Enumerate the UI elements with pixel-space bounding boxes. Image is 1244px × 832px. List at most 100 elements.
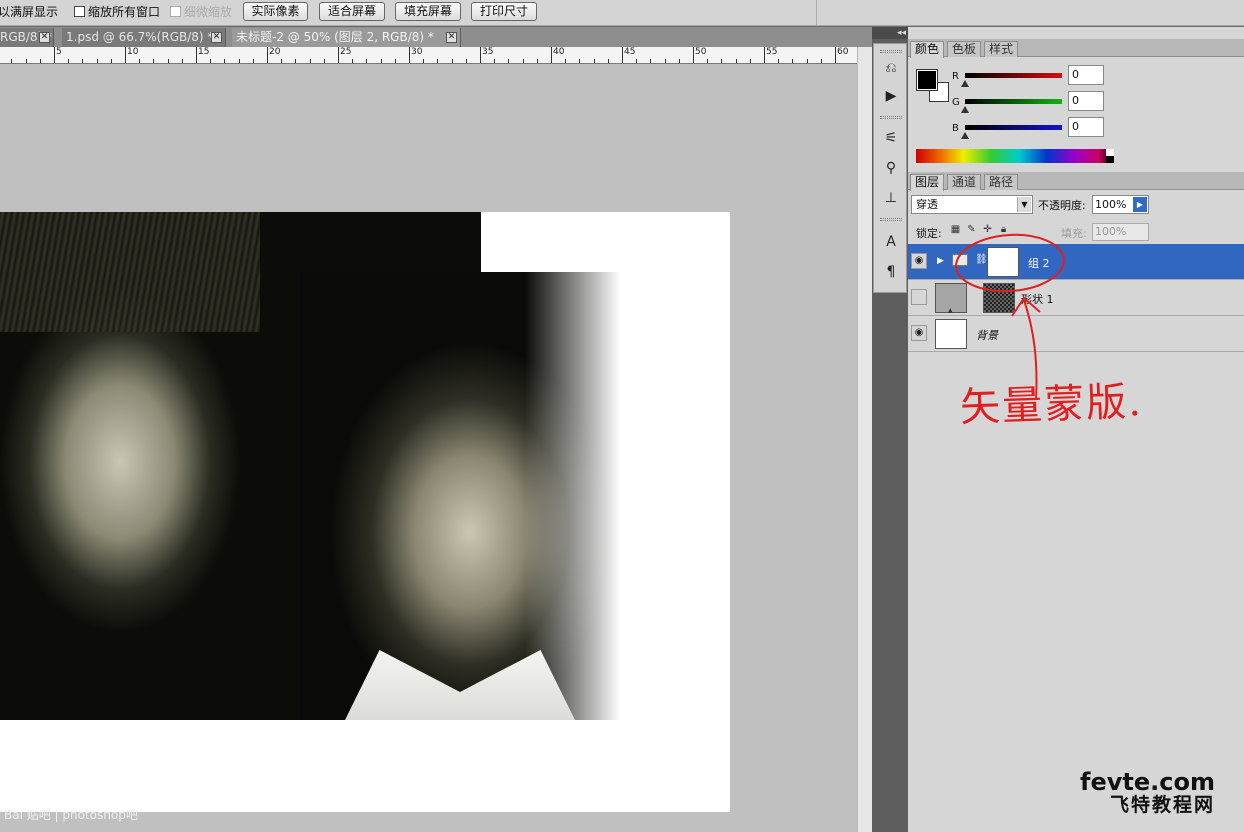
green-slider-track[interactable] [965, 99, 1062, 104]
print-size-button[interactable]: 打印尺寸 [471, 2, 537, 21]
ruler-label: 50 [695, 47, 707, 57]
blend-mode-select[interactable]: 穿透 ▼ [911, 195, 1033, 214]
ruler-label: 25 [340, 47, 352, 57]
tab-color[interactable]: 颜色 [910, 41, 945, 58]
ruler-label: 5 [56, 47, 62, 57]
eye-icon[interactable]: ◉ [911, 253, 927, 269]
blue-value-field[interactable]: 0 [1068, 117, 1104, 137]
adjustments-icon[interactable]: ⚟ [882, 129, 900, 147]
ruler-tick [295, 59, 297, 63]
green-slider-thumb[interactable] [961, 106, 969, 113]
options-separator [816, 0, 817, 26]
tab-channels[interactable]: 通道 [947, 174, 982, 190]
ruler-tick [764, 47, 765, 63]
document-canvas[interactable] [0, 212, 730, 812]
eye-icon[interactable]: ◉ [911, 325, 927, 341]
layer-row-shape-1[interactable]: 形状 1 [908, 280, 1244, 316]
opacity-field[interactable]: 100% ▶ [1092, 195, 1149, 214]
blue-slider-track[interactable] [965, 125, 1062, 130]
fill-screen-button[interactable]: 填充屏幕 [395, 2, 461, 21]
ruler-tick [323, 59, 325, 63]
red-slider-track[interactable] [965, 73, 1062, 78]
ruler-tick [82, 59, 84, 63]
ruler-tick [380, 59, 382, 63]
paragraph-icon[interactable]: ¶ [882, 263, 900, 281]
vertical-scrollbar[interactable] [857, 47, 872, 832]
clone-source-icon[interactable]: ⊥ [882, 189, 900, 207]
ruler-tick [693, 47, 694, 63]
horizontal-ruler[interactable]: 5 10 15 20 25 30 35 40 45 50 55 60 [0, 47, 857, 64]
lock-all-icon[interactable]: 🔒︎ [998, 224, 1009, 236]
blue-slider-thumb[interactable] [961, 132, 969, 139]
fit-screen-button[interactable]: 适合屏幕 [319, 2, 385, 21]
ruler-tick [465, 59, 467, 63]
actions-icon[interactable]: ▶ [882, 87, 900, 105]
fit-all-label: 以满屏显示 [0, 5, 59, 19]
ruler-tick [25, 59, 27, 63]
ruler-label: 20 [269, 47, 281, 57]
grip[interactable] [880, 50, 902, 53]
ruler-tick [338, 47, 339, 63]
color-spectrum-ramp[interactable] [916, 149, 1114, 163]
fill-field[interactable]: 100% [1092, 223, 1149, 241]
doc-tab[interactable]: 1.psd @ 66.7%(RGB/8) * ✕ [62, 28, 226, 47]
lock-pixels-icon[interactable]: ✎ [966, 224, 977, 236]
ruler-tick [565, 59, 567, 63]
photoshop-window: 以满屏显示 缩放所有窗口 细微缩放 实际像素 适合屏幕 填充屏幕 打印尺寸 RG… [0, 0, 1244, 832]
red-slider-thumb[interactable] [961, 80, 969, 87]
layer-row-background[interactable]: ◉ 背景 [908, 316, 1244, 352]
tieba-watermark: Bai 贴吧 | photoshop吧 [4, 808, 138, 822]
options-bar: 以满屏显示 缩放所有窗口 细微缩放 实际像素 适合屏幕 填充屏幕 打印尺寸 [0, 0, 1244, 26]
chevron-down-icon[interactable]: ▼ [1017, 197, 1031, 212]
tab-paths[interactable]: 路径 [984, 174, 1019, 190]
character-icon[interactable]: A [882, 233, 900, 251]
tab-layers[interactable]: 图层 [910, 174, 945, 191]
vector-mask-thumbnail[interactable] [987, 247, 1019, 277]
close-icon[interactable]: ✕ [211, 32, 222, 43]
scrubby-zoom-checkbox[interactable]: 细微缩放 [170, 3, 232, 21]
layer-name[interactable]: 形状 1 [1021, 291, 1054, 307]
ruler-label: 60 [837, 47, 849, 57]
layer-name[interactable]: 组 2 [1028, 255, 1050, 271]
layer-row-group-2[interactable]: ◉ ▶ ⛓ 组 2 [908, 244, 1244, 280]
shape-mask-thumbnail[interactable] [983, 283, 1015, 313]
doc-tab[interactable]: RGB/8) * ✕ [0, 28, 54, 47]
chevron-right-icon[interactable]: ▶ [1133, 197, 1147, 212]
ruler-tick [735, 59, 737, 63]
link-icon[interactable]: ⛓ [975, 254, 988, 265]
ruler-tick [820, 59, 822, 63]
ruler-tick [806, 59, 808, 63]
foreground-color-swatch[interactable] [916, 69, 938, 91]
history-icon[interactable]: ⎌ [882, 59, 900, 77]
black-white-chips[interactable] [1106, 149, 1114, 163]
actual-pixels-button[interactable]: 实际像素 [243, 2, 308, 21]
background-thumbnail[interactable] [935, 319, 967, 349]
tab-styles[interactable]: 样式 [984, 41, 1019, 57]
checkbox-box[interactable] [74, 6, 85, 17]
grip[interactable] [880, 218, 902, 221]
close-icon[interactable]: ✕ [39, 32, 50, 43]
panel-icon-column: ⎌ ▶ ⚟ ⚲ ⊥ A ¶ [873, 43, 907, 293]
canvas-area[interactable]: Bai 贴吧 | photoshop吧 [0, 64, 857, 832]
hair-texture [0, 212, 260, 332]
visibility-toggle-empty[interactable] [911, 289, 927, 305]
zoom-all-windows-checkbox[interactable]: 缩放所有窗口 [74, 3, 160, 21]
green-value-field[interactable]: 0 [1068, 91, 1104, 111]
checkbox-box-disabled[interactable] [170, 6, 181, 17]
lock-position-icon[interactable]: ✛ [982, 224, 993, 236]
layer-name[interactable]: 背景 [976, 327, 998, 343]
shape-fill-thumbnail[interactable] [935, 283, 967, 314]
close-icon[interactable]: ✕ [446, 32, 457, 43]
portrait-photo-right [300, 272, 645, 720]
doc-tab-active[interactable]: 未标题-2 @ 50% (图层 2, RGB/8) * ✕ [232, 28, 461, 47]
ruler-tick [664, 59, 666, 63]
ruler-tick [480, 47, 481, 63]
ruler-tick [196, 47, 197, 63]
layers-panel-tabs: 图层 通道 路径 [908, 172, 1244, 191]
tab-swatches[interactable]: 色板 [947, 41, 982, 57]
red-value-field[interactable]: 0 [1068, 65, 1104, 85]
masks-icon[interactable]: ⚲ [882, 159, 900, 177]
grip[interactable] [880, 116, 902, 119]
expand-triangle-icon[interactable]: ▶ [937, 256, 944, 266]
lock-transparency-icon[interactable]: ▦ [950, 224, 961, 236]
